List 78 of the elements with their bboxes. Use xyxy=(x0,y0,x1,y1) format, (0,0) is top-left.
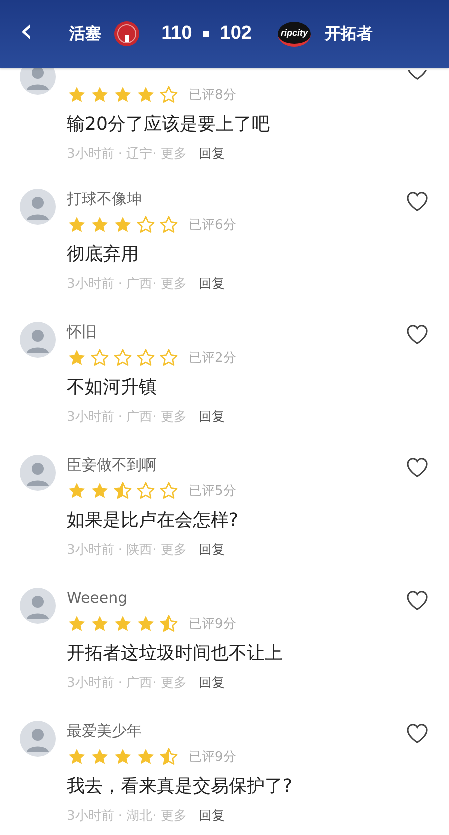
away-team-name: 开拓者 xyxy=(324,24,373,44)
comment-meta: 3小时前 · 陕西· 更多 xyxy=(67,542,187,559)
star-icon xyxy=(67,348,87,368)
avatar[interactable] xyxy=(20,68,56,95)
reply-link[interactable]: 回复 xyxy=(198,541,225,559)
score-label: 已评9分 xyxy=(189,749,236,766)
reply-link[interactable]: 回复 xyxy=(198,807,225,825)
like-icon[interactable] xyxy=(406,70,429,80)
comment-text: 我去，看来真是交易保护了? xyxy=(67,775,294,799)
like-icon[interactable] xyxy=(406,324,429,345)
avatar[interactable] xyxy=(20,322,56,358)
username[interactable]: 最爱美少年 xyxy=(67,721,406,741)
star-icon xyxy=(159,614,179,634)
home-score: 110 xyxy=(162,23,192,45)
star-icon xyxy=(90,614,110,634)
star-icon xyxy=(159,85,179,105)
comment-text: 不如河升镇 xyxy=(67,376,158,400)
away-score: 102 xyxy=(220,23,252,45)
star-icon xyxy=(113,481,133,501)
reply-link[interactable]: 回复 xyxy=(198,674,225,692)
star-icon xyxy=(136,348,156,368)
star-icon xyxy=(113,747,133,767)
star-icon xyxy=(136,481,156,501)
team-logo-icon xyxy=(114,21,140,47)
comment-meta: 3小时前 · 广西· 更多 xyxy=(67,675,187,692)
username[interactable]: 打球不像坤 xyxy=(67,189,406,209)
comment-meta: 3小时前 · 湖北· 更多 xyxy=(67,808,187,825)
star-icon xyxy=(67,215,87,235)
star-icon xyxy=(136,747,156,767)
star-icon xyxy=(67,85,87,105)
reply-link[interactable]: 回复 xyxy=(198,275,225,293)
star-icon xyxy=(90,215,110,235)
star-icon xyxy=(67,481,87,501)
star-icon xyxy=(159,348,179,368)
comment-text: 开拓者这垃圾时间也不让上 xyxy=(67,642,284,666)
star-icon xyxy=(90,747,110,767)
home-team-name: 活塞 xyxy=(70,24,102,44)
like-icon[interactable] xyxy=(406,457,429,478)
star-icon xyxy=(136,215,156,235)
like-icon[interactable] xyxy=(406,191,429,212)
team-logo: ripcity xyxy=(278,22,311,46)
star-icon xyxy=(136,85,156,105)
avatar[interactable] xyxy=(20,189,56,225)
comment-text: 彻底弃用 xyxy=(67,243,140,267)
back-button[interactable]: ‹ xyxy=(20,14,34,54)
comment-meta: 3小时前 · 广西· 更多 xyxy=(67,276,187,293)
comment-meta: 3小时前 · 广西· 更多 xyxy=(67,409,187,426)
reply-link[interactable]: 回复 xyxy=(198,145,225,163)
like-icon[interactable] xyxy=(406,590,429,611)
username[interactable]: Weeeng xyxy=(67,588,406,608)
avatar[interactable] xyxy=(20,455,56,491)
username[interactable]: 臣妾做不到啊 xyxy=(67,455,406,475)
star-icon xyxy=(113,614,133,634)
star-icon xyxy=(136,614,156,634)
score-label: 已评6分 xyxy=(189,217,236,234)
star-icon xyxy=(90,348,110,368)
comment-text: 输20分了应该是要上了吧 xyxy=(67,113,271,137)
score-label: 已评2分 xyxy=(189,350,236,367)
star-icon xyxy=(159,481,179,501)
star-icon xyxy=(67,614,87,634)
avatar[interactable] xyxy=(20,721,56,757)
score-label: 已评8分 xyxy=(189,87,236,104)
score-label: 已评9分 xyxy=(189,616,236,633)
star-icon xyxy=(113,348,133,368)
avatar[interactable] xyxy=(20,588,56,624)
star-icon xyxy=(113,215,133,235)
comment-meta: 3小时前 · 辽宁· 更多 xyxy=(67,146,187,163)
reply-link[interactable]: 回复 xyxy=(198,408,225,426)
score-label: 已评5分 xyxy=(189,483,236,500)
star-icon xyxy=(67,747,87,767)
star-icon xyxy=(90,481,110,501)
star-icon xyxy=(159,215,179,235)
like-icon[interactable] xyxy=(406,723,429,744)
comment-text: 如果是比卢在会怎样? xyxy=(67,509,240,533)
star-icon xyxy=(90,85,110,105)
star-icon xyxy=(113,85,133,105)
username[interactable]: 怀旧 xyxy=(67,322,406,342)
star-icon xyxy=(159,747,179,767)
